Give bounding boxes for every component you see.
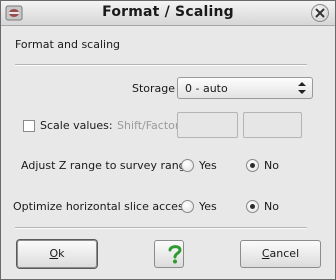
factor-input[interactable] <box>243 112 302 138</box>
scale-values-label: Scale values: <box>40 119 113 132</box>
help-button[interactable] <box>154 240 184 268</box>
cancel-mnemonic: C <box>261 247 270 260</box>
optimize-yes-radio[interactable] <box>181 200 194 213</box>
storage-select[interactable]: 0 - auto <box>177 77 313 99</box>
adjust-z-yes-radio[interactable] <box>181 159 194 172</box>
optimize-no-label: No <box>264 200 279 213</box>
dialog-body: Format and scaling Storage 0 - auto Scal… <box>1 26 335 279</box>
divider <box>15 227 307 229</box>
format-scaling-dialog: Format / Scaling Format and scaling Stor… <box>0 0 336 280</box>
cancel-button[interactable]: Cancel <box>240 240 321 268</box>
optimize-label: Optimize horizontal slice access <box>13 200 190 213</box>
adjust-z-label: Adjust Z range to survey range <box>21 159 193 172</box>
ok-button[interactable]: Ok <box>17 240 97 268</box>
storage-selected-value: 0 - auto <box>185 82 228 95</box>
scale-values-checkbox[interactable] <box>23 120 35 132</box>
divider <box>15 64 307 66</box>
question-mark-icon <box>168 245 182 264</box>
adjust-z-no-radio[interactable] <box>246 159 259 172</box>
adjust-z-no-label: No <box>264 159 279 172</box>
optimize-no-radio[interactable] <box>246 200 259 213</box>
section-heading: Format and scaling <box>15 38 121 51</box>
title-bar[interactable]: Format / Scaling <box>1 1 335 26</box>
window-title: Format / Scaling <box>102 4 234 20</box>
shift-factor-label: Shift/Factor <box>117 119 180 132</box>
shift-input[interactable] <box>177 112 238 138</box>
optimize-yes-label: Yes <box>199 200 217 213</box>
close-icon[interactable] <box>311 4 329 22</box>
cancel-label-rest: ancel <box>269 247 300 260</box>
adjust-z-yes-label: Yes <box>199 159 217 172</box>
storage-label: Storage <box>132 82 176 95</box>
ok-mnemonic: O <box>49 247 59 260</box>
updown-arrows-icon <box>297 81 307 98</box>
ok-label-rest: k <box>58 247 65 260</box>
